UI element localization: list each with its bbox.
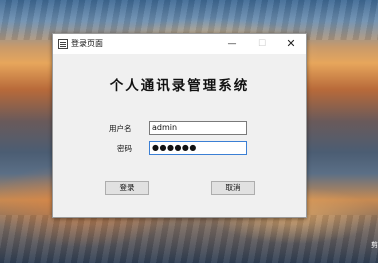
desktop-background-bottom [0,215,378,263]
desktop-icon-label[interactable]: 剪 [371,241,378,250]
maximize-button[interactable]: ☐ [247,34,277,54]
app-icon [58,39,68,49]
window-title: 登录页面 [71,39,103,48]
cancel-button[interactable]: 取消 [211,181,255,195]
password-label: 密码 [117,144,132,153]
login-button[interactable]: 登录 [105,181,149,195]
minimize-button[interactable]: — [217,34,247,54]
username-label: 用户名 [109,124,132,133]
system-heading: 个人通讯录管理系统 [109,78,250,94]
username-input[interactable]: admin [149,121,247,135]
title-bar[interactable]: 登录页面 — ☐ ✕ [53,34,306,54]
close-button[interactable]: ✕ [276,34,306,54]
password-input[interactable]: ●●●●●● [149,141,247,155]
login-window: 登录页面 — ☐ ✕ 个人通讯录管理系统 用户名 admin 密码 ●●●●●●… [52,33,307,218]
